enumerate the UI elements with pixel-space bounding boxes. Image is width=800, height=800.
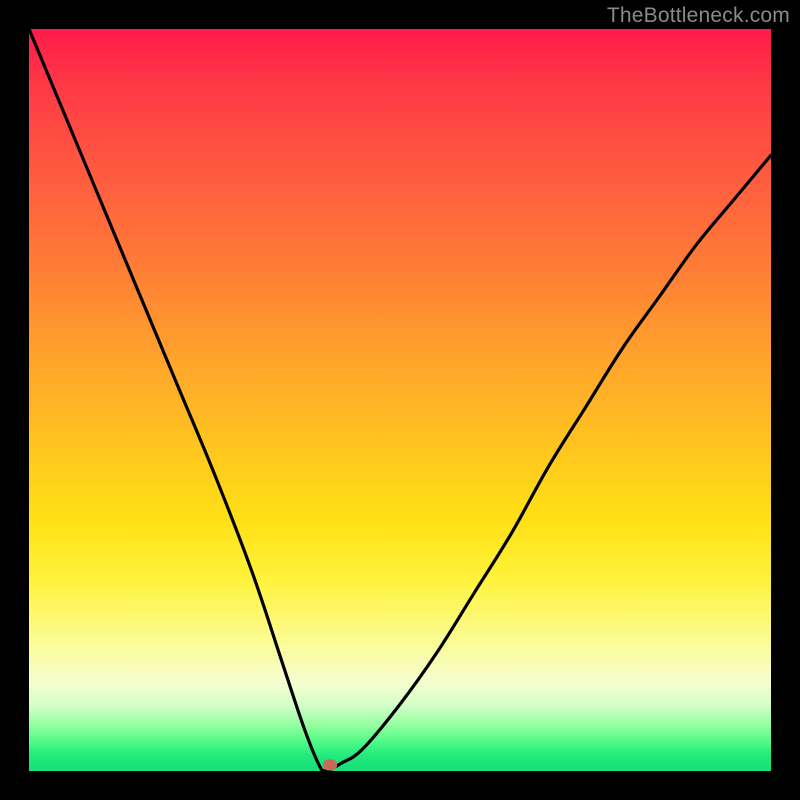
watermark-text: TheBottleneck.com <box>607 4 790 28</box>
min-marker <box>323 760 337 771</box>
chart-frame: TheBottleneck.com <box>0 0 800 800</box>
plot-area <box>29 29 771 771</box>
bottleneck-curve <box>29 29 771 771</box>
